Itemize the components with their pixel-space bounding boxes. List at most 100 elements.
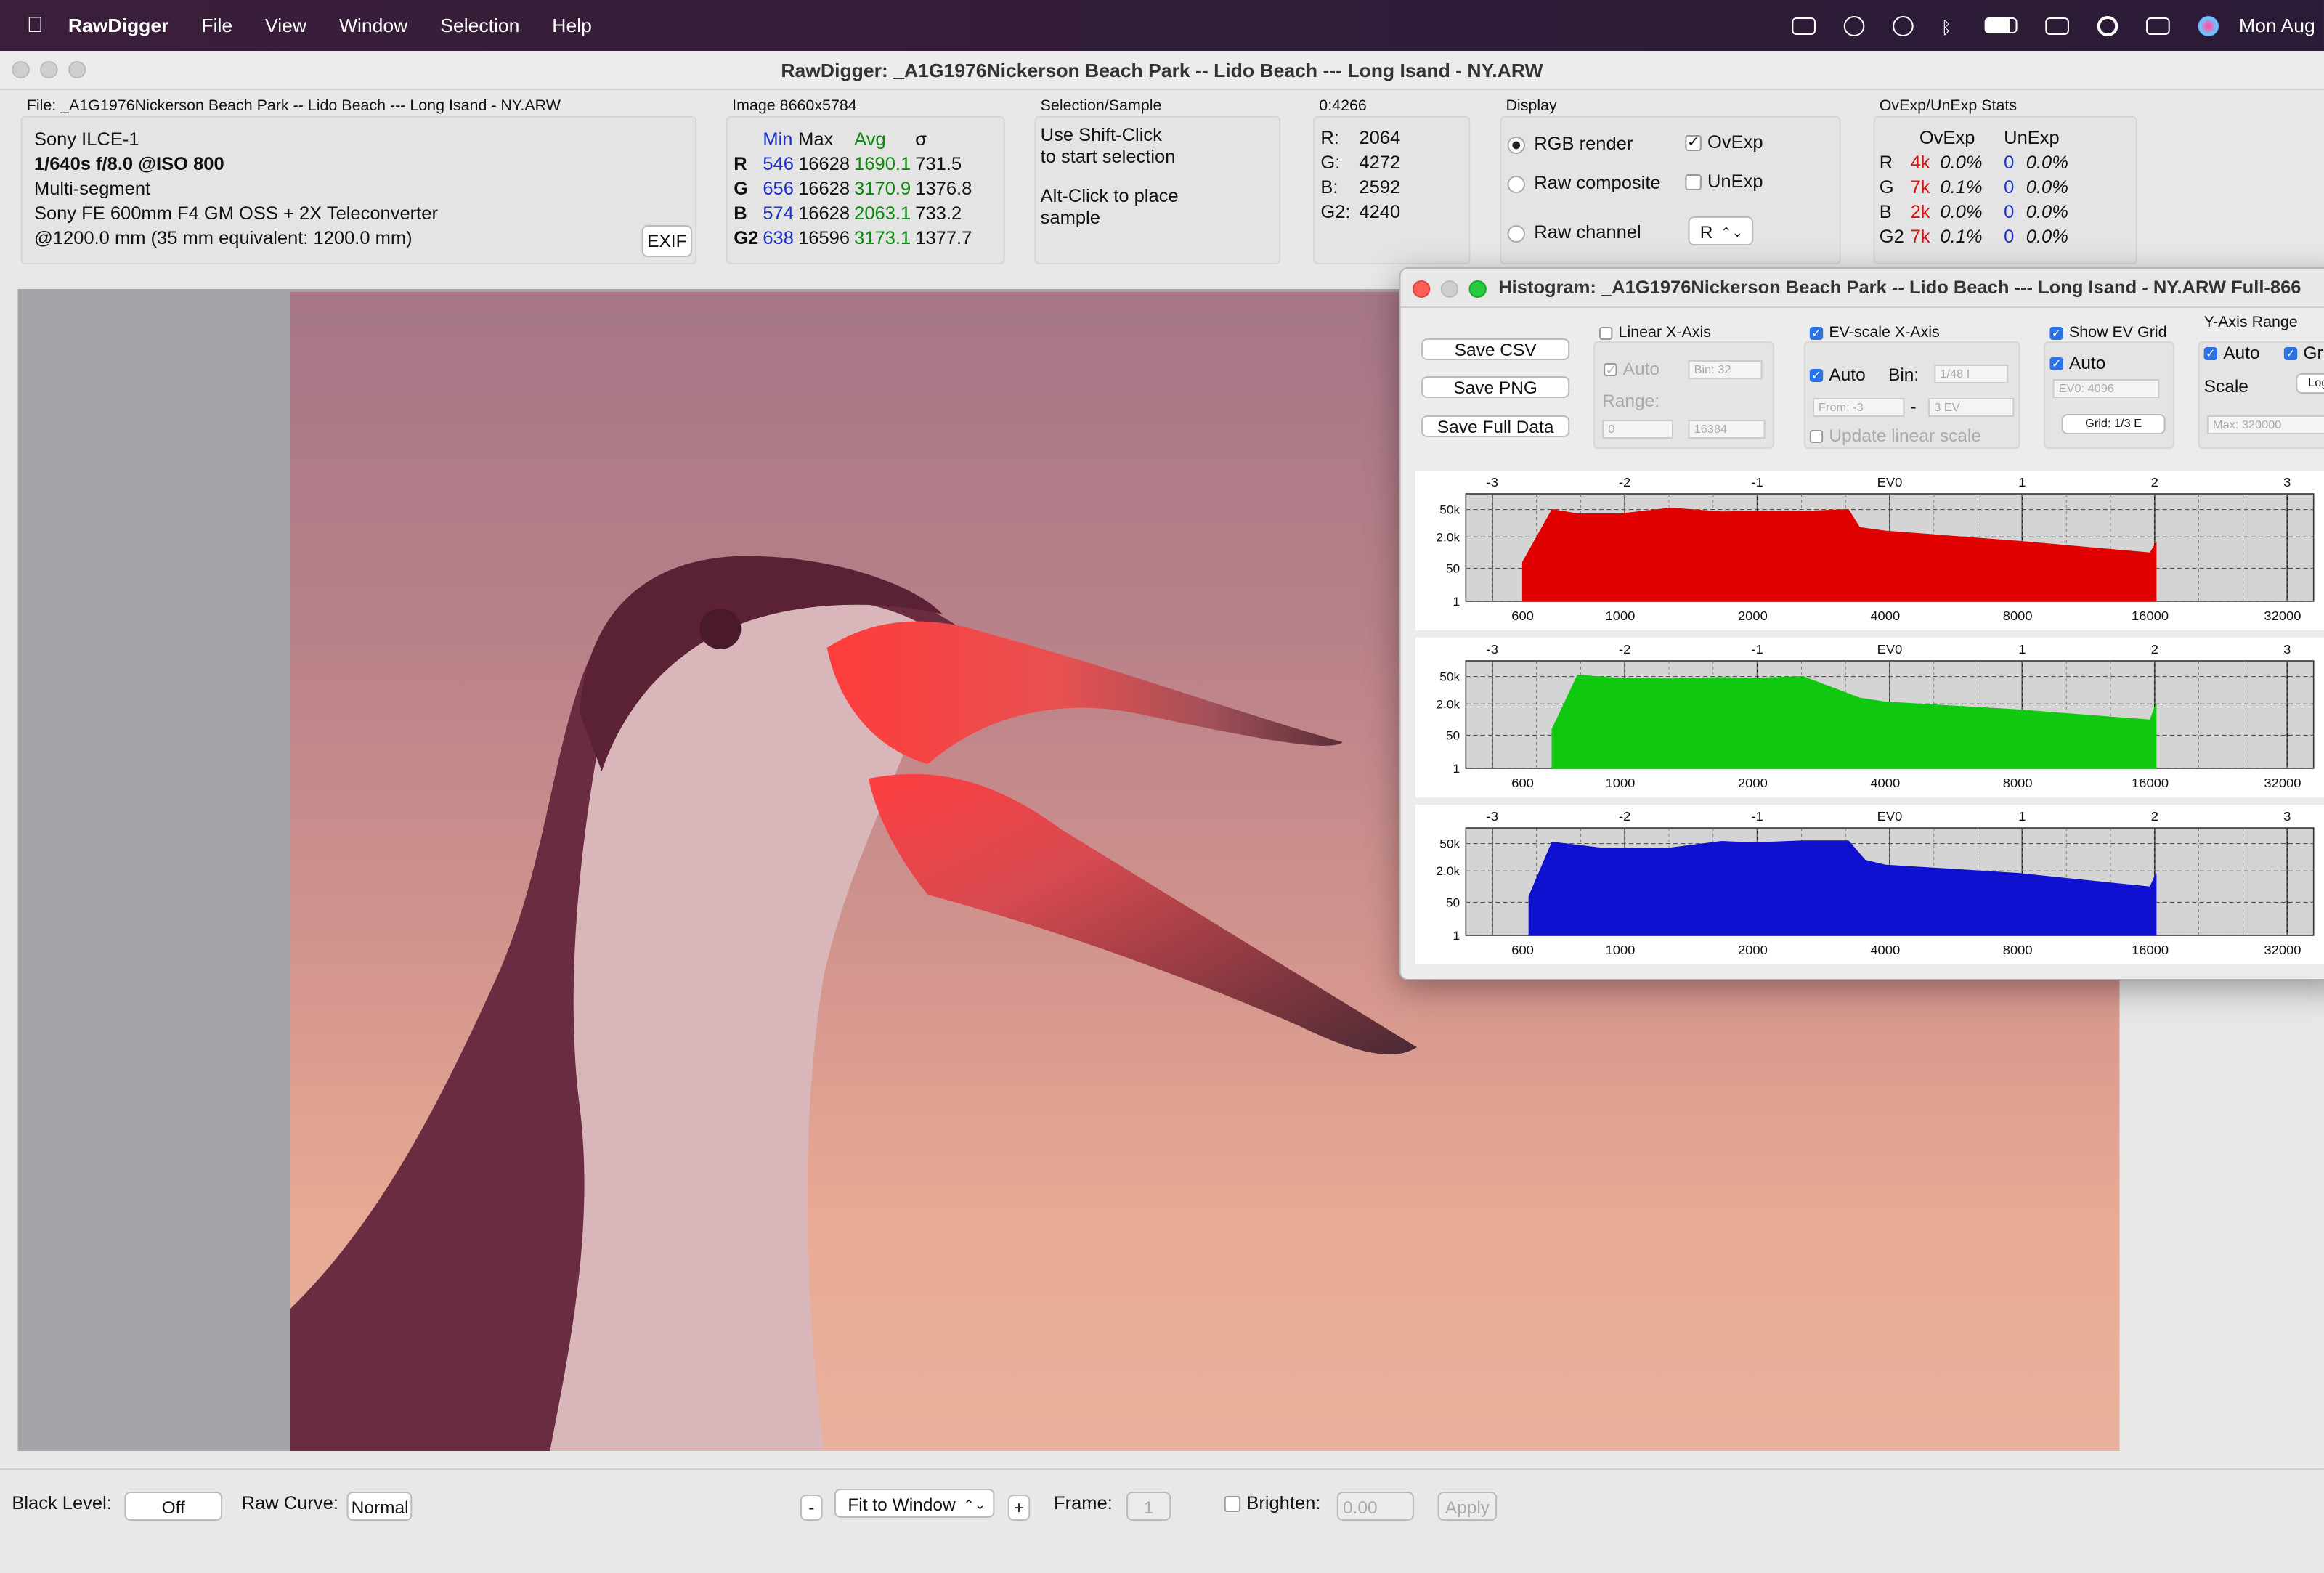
header-max: Max xyxy=(798,129,834,149)
ev-tick-label: -1 xyxy=(1751,809,1763,824)
frame-stepper[interactable]: 1 xyxy=(1126,1492,1171,1521)
y-grid-checkbox[interactable]: ✓ Gr xyxy=(2283,343,2323,363)
ev-auto-checkbox[interactable]: ✓ Auto xyxy=(1809,365,1866,385)
unexp-count: 0 xyxy=(2004,153,2015,173)
ovexp-pct: 0.1% xyxy=(1940,227,1983,247)
save-png-button[interactable]: Save PNG xyxy=(1421,376,1570,398)
raw-composite-radio[interactable]: Raw composite xyxy=(1507,173,1661,193)
unexp-checkbox[interactable]: UnExp xyxy=(1685,171,1763,192)
checkmark-icon: ✓ xyxy=(1604,363,1617,379)
radio-on-icon xyxy=(1507,136,1525,154)
menu-help[interactable]: Help xyxy=(552,15,592,36)
ovexp-checkbox[interactable]: ✓ OvExp xyxy=(1685,132,1763,153)
stat-min: 656 xyxy=(763,178,794,198)
ev-tick-label: EV0 xyxy=(1877,475,1903,489)
rgb-render-radio[interactable]: RGB render xyxy=(1507,134,1633,154)
raw-channel-radio[interactable]: Raw channel xyxy=(1507,222,1641,243)
y-tick-label: 50 xyxy=(1446,895,1460,909)
menu-window[interactable]: Window xyxy=(339,15,407,36)
siri-icon[interactable] xyxy=(2197,15,2219,36)
menu-selection[interactable]: Selection xyxy=(440,15,519,36)
y-tick-label: 50k xyxy=(1439,670,1460,684)
bird-eye xyxy=(699,609,742,649)
close-button[interactable] xyxy=(1412,280,1431,298)
clock[interactable]: Mon Aug xyxy=(2239,15,2315,36)
x-tick-label: 8000 xyxy=(2003,776,2033,790)
ev-tick-label: 1 xyxy=(2018,642,2026,657)
zoom-button[interactable] xyxy=(1468,280,1487,298)
raw-channel-label: Raw channel xyxy=(1534,222,1641,243)
brighten-input[interactable]: 0.00 xyxy=(1336,1492,1414,1521)
y-max-input[interactable]: Max: 320000 xyxy=(2206,415,2324,434)
control-center-icon[interactable] xyxy=(2145,17,2170,34)
channel-label: G2 xyxy=(734,227,759,248)
panel-separator xyxy=(1415,630,2324,638)
scale-select[interactable]: Log xyxy=(2296,373,2324,394)
y-axis-range-label: Y-Axis Range xyxy=(2203,314,2298,331)
show-ev-grid-label: Show EV Grid xyxy=(2068,324,2167,341)
zoom-out-button[interactable]: - xyxy=(800,1495,823,1521)
save-csv-button[interactable]: Save CSV xyxy=(1421,338,1570,360)
channel-select[interactable]: R ⌃⌄ xyxy=(1688,216,1754,245)
ev-tick-label: -3 xyxy=(1487,809,1498,824)
y-tick-label: 2.0k xyxy=(1436,863,1460,878)
save-full-data-button[interactable]: Save Full Data xyxy=(1421,415,1570,437)
zoom-select[interactable]: Fit to Window ⌃⌄ xyxy=(834,1489,995,1518)
unexp-count: 0 xyxy=(2004,202,2015,222)
show-ev-grid-checkbox[interactable]: ✓ Show EV Grid xyxy=(2049,324,2167,341)
y-tick-label: 50k xyxy=(1439,837,1460,851)
raw-composite-label: Raw composite xyxy=(1534,173,1661,193)
y-auto-checkbox[interactable]: ✓ Auto xyxy=(2203,343,2260,363)
creative-cloud-icon[interactable] xyxy=(1843,15,1864,36)
x-tick-label: 1000 xyxy=(1606,776,1636,790)
bin-input[interactable]: Bin: 32 xyxy=(1688,360,1763,379)
grid-auto-checkbox[interactable]: ✓ Auto xyxy=(2049,353,2105,373)
range-to-input[interactable]: 16384 xyxy=(1688,420,1766,439)
grid-select[interactable]: Grid: 1/3 E xyxy=(2061,414,2166,434)
sample-val: 2592 xyxy=(1359,177,1401,198)
update-linear-checkbox[interactable]: Update linear scale xyxy=(1809,426,1981,446)
y-tick-label: 50 xyxy=(1446,561,1460,575)
ev0-input[interactable]: EV0: 4096 xyxy=(2052,379,2160,398)
zoom-value: Fit to Window xyxy=(848,1495,956,1515)
apple-icon[interactable]:  xyxy=(27,13,48,37)
menu-view[interactable]: View xyxy=(265,15,306,36)
exif-button[interactable]: EXIF xyxy=(641,225,693,257)
stat-min: 638 xyxy=(763,227,794,248)
ev-bin-select[interactable]: 1/48 I xyxy=(1934,365,2009,383)
x-tick-label: 600 xyxy=(1511,943,1534,957)
linear-x-axis-checkbox[interactable]: Linear X-Axis xyxy=(1599,324,1711,341)
window-title: RawDigger: _A1G1976Nickerson Beach Park … xyxy=(781,60,1543,81)
black-level-select[interactable]: Off xyxy=(124,1492,223,1521)
link-icon[interactable] xyxy=(2044,17,2069,34)
minimize-button[interactable] xyxy=(40,61,58,78)
zoom-button[interactable] xyxy=(68,61,86,78)
ev-to-input[interactable]: 3 EV xyxy=(1928,398,2015,417)
ev-scale-checkbox[interactable]: ✓ EV-scale X-Axis xyxy=(1809,324,1940,341)
sample-label: 0:4266 xyxy=(1319,97,1367,115)
close-button[interactable] xyxy=(12,61,30,78)
brighten-checkbox[interactable]: Brighten: xyxy=(1224,1493,1320,1513)
ev-scale-label: EV-scale X-Axis xyxy=(1829,324,1940,341)
time-machine-icon[interactable] xyxy=(1892,15,1914,36)
sample-panel: R: 2064 G: 4272 B: 2592 G2: 4240 xyxy=(1313,116,1471,264)
x-tick-label: 8000 xyxy=(2003,609,2033,623)
zoom-in-button[interactable]: + xyxy=(1007,1495,1031,1521)
checkmark-icon: ✓ xyxy=(2049,357,2063,371)
menu-app[interactable]: RawDigger xyxy=(68,15,169,36)
x-tick-label: 16000 xyxy=(2132,943,2169,957)
ovexp-count: 4k xyxy=(1910,153,1930,173)
minimize-button[interactable] xyxy=(1440,280,1459,298)
film-icon[interactable] xyxy=(1791,17,1816,34)
raw-curve-select[interactable]: Normal xyxy=(346,1492,413,1521)
battery-icon[interactable] xyxy=(1983,17,2017,33)
search-icon[interactable] xyxy=(2097,15,2118,36)
ovexp-pct: 0.0% xyxy=(1940,202,1983,222)
menu-file[interactable]: File xyxy=(201,15,232,36)
bluetooth-icon[interactable]: ᛒ xyxy=(1941,17,1956,37)
linear-auto-checkbox[interactable]: ✓ Auto xyxy=(1604,359,1659,379)
apply-button[interactable]: Apply xyxy=(1437,1492,1498,1521)
ev-from-input[interactable]: From: -3 xyxy=(1812,398,1905,417)
rgb-render-label: RGB render xyxy=(1534,134,1633,154)
range-from-input[interactable]: 0 xyxy=(1602,420,1674,439)
